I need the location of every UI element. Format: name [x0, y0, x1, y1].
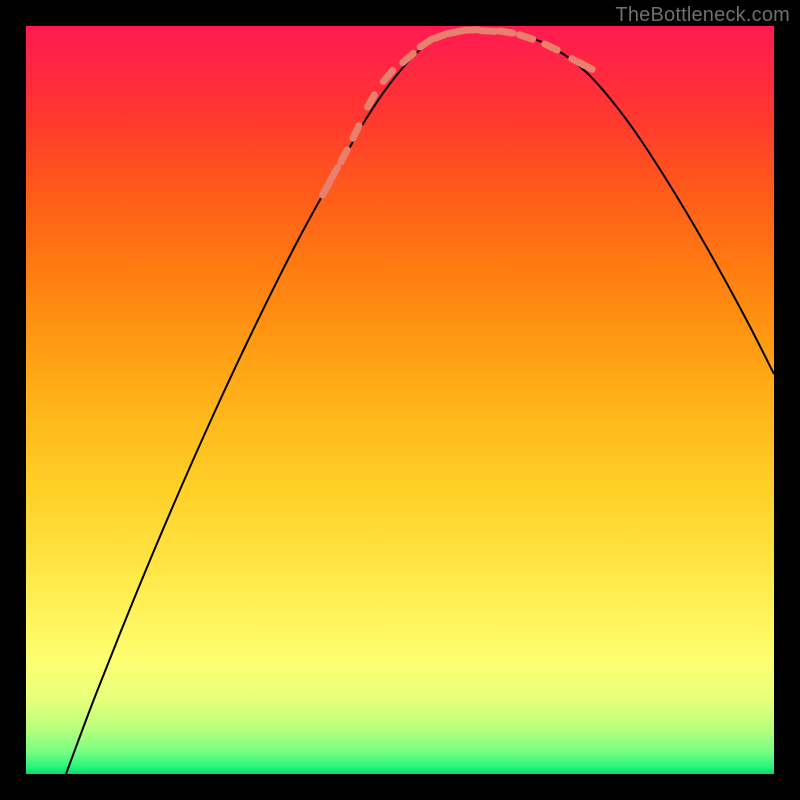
highlight-marker — [403, 53, 414, 62]
bottleneck-curve — [66, 30, 774, 774]
highlight-marker — [519, 35, 532, 39]
highlight-marker — [420, 39, 432, 47]
highlight-marker — [545, 44, 558, 50]
watermark-text: TheBottleneck.com — [615, 4, 790, 27]
highlight-marker — [383, 71, 392, 82]
highlight-marker — [323, 183, 330, 195]
chart-frame: TheBottleneck.com — [0, 0, 800, 800]
highlight-marker — [368, 95, 375, 107]
highlight-marker — [353, 126, 359, 139]
highlight-marker — [331, 168, 338, 180]
highlight-marker — [434, 34, 447, 39]
curve-svg — [26, 26, 774, 774]
highlight-marker — [481, 31, 495, 32]
plot-area — [26, 26, 774, 774]
highlight-marker — [499, 31, 513, 33]
highlight-marker — [341, 150, 347, 162]
